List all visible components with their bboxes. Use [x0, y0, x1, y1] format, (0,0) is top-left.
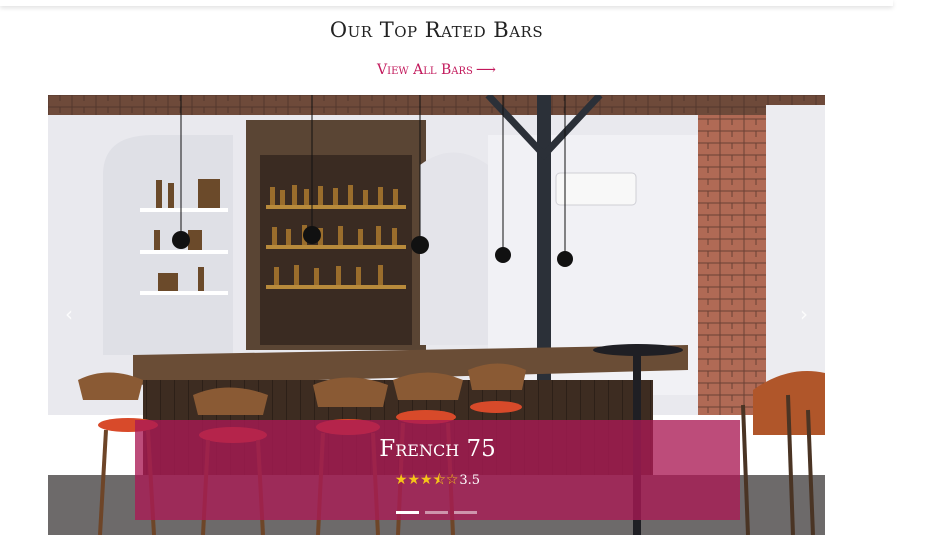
chevron-left-icon: ‹: [65, 302, 73, 326]
section-title: Our Top Rated Bars: [329, 18, 544, 42]
chevron-right-icon: ›: [800, 302, 808, 326]
view-all-bars-label: View All Bars: [377, 62, 473, 78]
carousel-next-button[interactable]: ›: [794, 301, 814, 327]
carousel-indicators: [48, 511, 825, 514]
top-nav-shadow: [0, 0, 893, 6]
view-all-bars-link[interactable]: View All Bars ⟶: [0, 62, 873, 78]
carousel-indicator[interactable]: [425, 511, 448, 514]
slide-caption: French 75 ★★★⯪☆3.5: [135, 420, 740, 520]
arrow-right-icon: ⟶: [475, 62, 496, 78]
rating-value: 3.5: [459, 473, 481, 488]
bars-carousel[interactable]: ‹ › French 75 ★★★⯪☆3.5: [48, 95, 825, 535]
star-full-icon: ★: [420, 472, 433, 488]
bar-name: French 75: [379, 436, 496, 462]
carousel-indicator[interactable]: [454, 511, 477, 514]
bar-rating: ★★★⯪☆3.5: [135, 469, 740, 493]
star-full-icon: ★: [394, 472, 408, 488]
carousel-prev-button[interactable]: ‹: [59, 301, 79, 327]
star-full-icon: ★: [407, 472, 421, 488]
carousel-indicator[interactable]: [396, 511, 419, 514]
star-empty-icon: ☆: [445, 472, 459, 488]
rating-stars: ★★★⯪☆: [394, 472, 459, 488]
star-half-icon: ⯪: [432, 472, 446, 488]
